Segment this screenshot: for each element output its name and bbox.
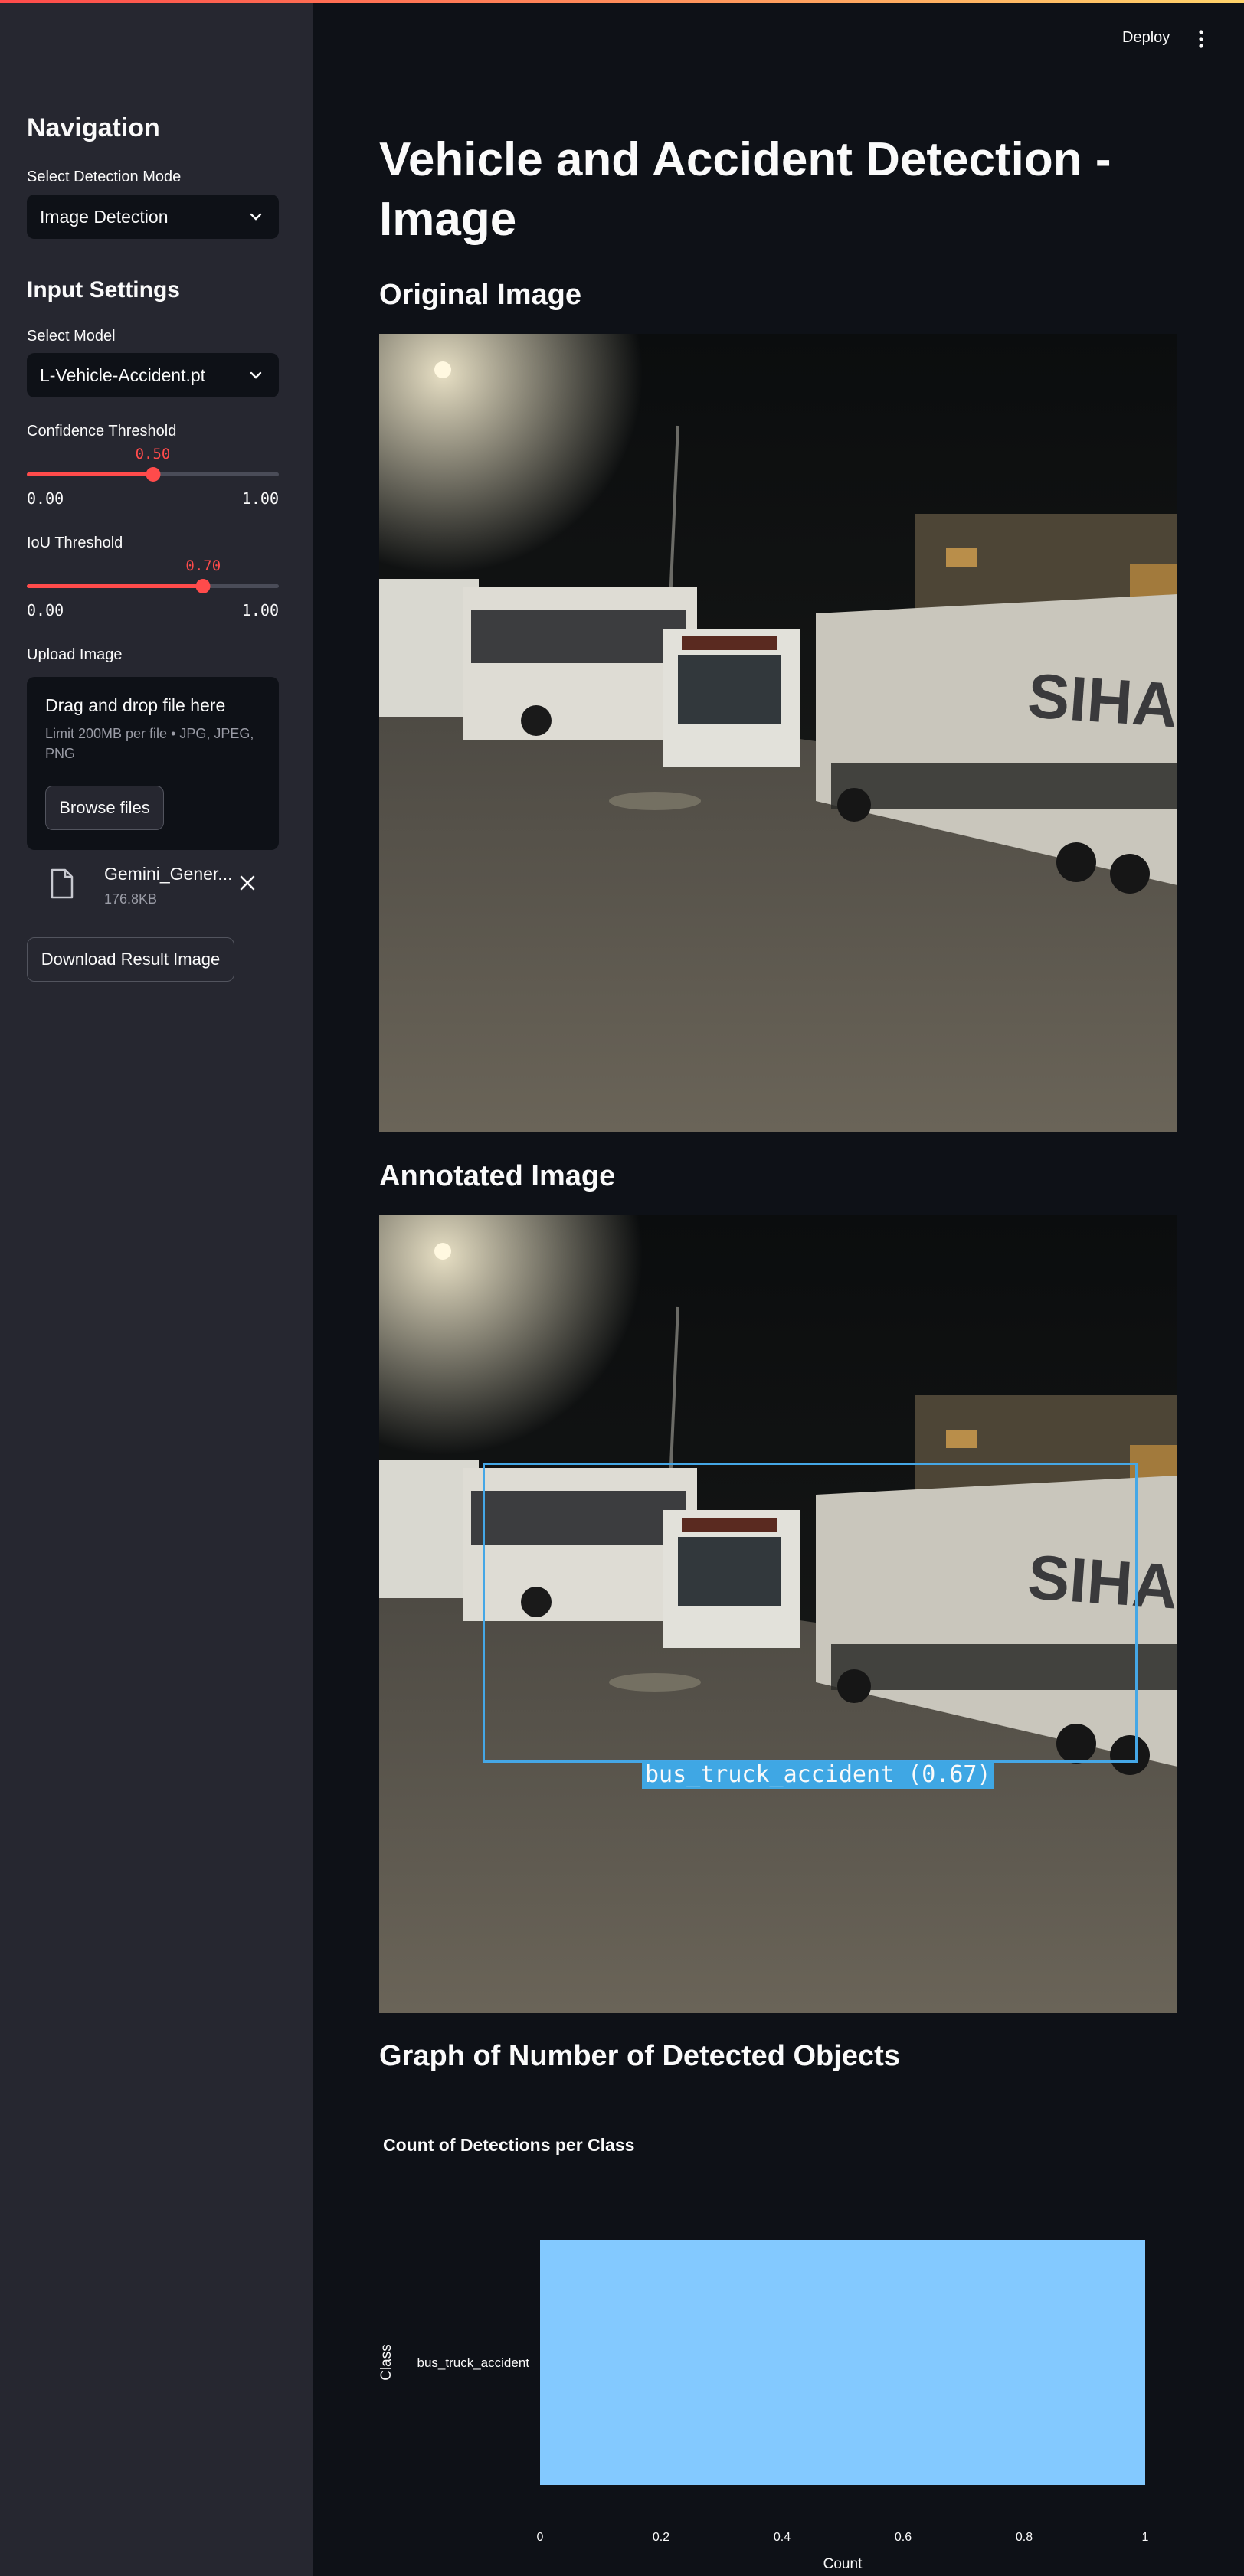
model-value: L-Vehicle-Accident.pt (40, 364, 206, 385)
deploy-button[interactable]: Deploy (1122, 29, 1170, 47)
x-tick-label: 0.4 (774, 2531, 791, 2544)
browse-files-button[interactable]: Browse files (45, 786, 164, 830)
file-icon (51, 868, 74, 899)
x-tick-label: 0.8 (1016, 2531, 1033, 2544)
detection-label: bus_truck_accident (0.67) (642, 1761, 994, 1789)
original-image-heading: Original Image (379, 279, 581, 311)
slider-min: 0.00 (27, 489, 64, 508)
x-tick-label: 0.6 (895, 2531, 912, 2544)
x-axis-label: Count (823, 2556, 863, 2572)
bar (540, 2240, 1145, 2485)
iou-slider[interactable]: 0.70 0.00 1.00 (27, 557, 279, 619)
detection-mode-label: Select Detection Mode (27, 168, 182, 185)
input-settings-heading: Input Settings (27, 277, 180, 302)
dropzone-limit: Limit 200MB per file • JPG, JPEG, PNG (45, 726, 254, 761)
upload-label: Upload Image (27, 646, 123, 663)
annotated-image: SIHAM bus_truck_accident (0.67) (379, 1215, 1177, 2013)
dropzone-title: Drag and drop file here (45, 695, 226, 715)
x-tick-label: 0 (537, 2531, 544, 2544)
confidence-value: 0.50 (135, 446, 171, 463)
navigation-heading: Navigation (27, 113, 160, 142)
detection-mode-value: Image Detection (40, 206, 169, 227)
slider-max: 1.00 (241, 489, 279, 508)
graph-heading: Graph of Number of Detected Objects (379, 2040, 900, 2072)
slider-min: 0.00 (27, 601, 64, 619)
chart-title: Count of Detections per Class (383, 2135, 635, 2155)
vertical-dots-icon[interactable] (1197, 29, 1206, 49)
original-image: SIHAM (379, 334, 1177, 1132)
close-icon[interactable] (239, 874, 256, 891)
slider-thumb[interactable] (146, 467, 160, 482)
chevron-down-icon (250, 371, 262, 379)
model-label: Select Model (27, 328, 116, 345)
confidence-slider[interactable]: 0.50 0.00 1.00 (27, 446, 279, 508)
slider-thumb[interactable] (195, 579, 211, 593)
y-tick-label: bus_truck_accident (417, 2355, 530, 2370)
x-tick-label: 1 (1142, 2531, 1149, 2544)
y-axis-label: Class (378, 2344, 394, 2381)
confidence-label: Confidence Threshold (27, 423, 177, 440)
detections-bar-chart: bus_truck_accident 0 0.2 0.4 0.6 0.8 1 Count Cla… (378, 2240, 1149, 2572)
detection-mode-select[interactable]: Image Detection (27, 195, 279, 239)
iou-value: 0.70 (185, 557, 221, 574)
file-dropzone[interactable]: Drag and drop file here Limit 200MB per … (27, 677, 279, 850)
model-select[interactable]: L-Vehicle-Accident.pt (27, 353, 279, 397)
detection-bounding-box (483, 1463, 1138, 1763)
file-size: 176.8KB (104, 891, 158, 907)
slider-max: 1.00 (241, 601, 279, 619)
download-result-button[interactable]: Download Result Image (27, 937, 234, 982)
x-tick-label: 0.2 (653, 2531, 669, 2544)
slider-fill (27, 584, 204, 588)
slider-fill (27, 472, 153, 476)
iou-label: IoU Threshold (27, 534, 123, 551)
sidebar: Navigation Select Detection Mode Image D… (0, 3, 313, 2576)
file-name: Gemini_Gener... (104, 864, 233, 884)
page-title: Vehicle and Accident Detection - Image (379, 133, 1111, 246)
annotated-image-heading: Annotated Image (379, 1160, 616, 1192)
truck-text: SIHAM (1026, 661, 1177, 744)
chevron-down-icon (250, 213, 262, 221)
uploaded-file: Gemini_Gener... 176.8KB (27, 861, 279, 914)
